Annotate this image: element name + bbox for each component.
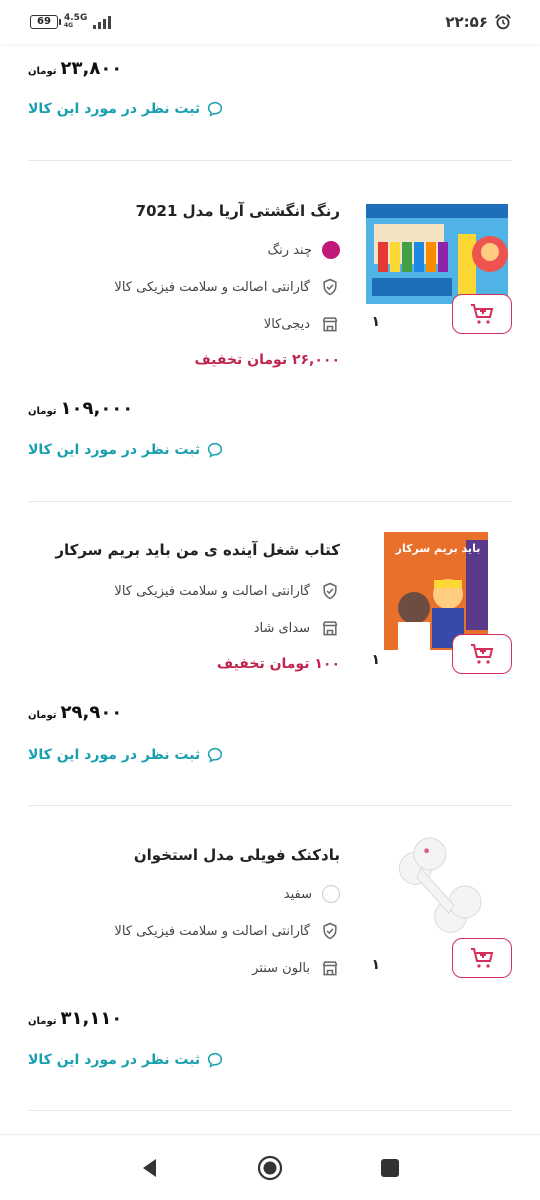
comment-label: ثبت نظر در مورد این کالا [28,442,201,458]
book-cover-text: باید بریم سرکار [395,542,481,555]
warranty-label: گارانتی اصالت و سلامت فیزیکی کالا [114,583,310,599]
currency-label: تومان [28,1016,57,1027]
book-cover-image: باید بریم سرکار [384,532,488,662]
network-label: 4.5G [64,13,88,23]
color-label: سفید [283,886,312,902]
quantity-value: ۱ [371,314,380,330]
add-comment-link[interactable]: ثبت نظر در مورد این کالا [28,1051,224,1069]
comment-icon [208,1052,223,1068]
alarm-icon [495,14,511,30]
item-price: تومان ۱۰۹,۰۰۰ [28,398,133,419]
price-value: ۳۱,۱۱۰ [60,1008,123,1029]
signal-icon [93,15,112,29]
currency-label: تومان [28,66,57,77]
network-sub-label: 4G [64,22,74,29]
product-title[interactable]: بادکنک فویلی مدل استخوان [134,846,340,864]
cart-plus-icon [471,948,494,968]
back-icon[interactable] [137,1155,163,1181]
price-value: ۲۳,۸۰۰ [60,58,123,79]
store-icon [322,621,338,636]
store-icon [322,961,338,976]
seller-label: دیجی‌کالا [263,316,310,332]
seller-label: بالون سنتر [252,960,310,976]
add-comment-link[interactable]: ثبت نظر در مورد این کالا [28,441,224,459]
product-seller: سدای شاد [254,618,340,638]
add-to-cart-button[interactable] [452,294,512,334]
divider [28,1110,512,1111]
product-warranty: گارانتی اصالت و سلامت فیزیکی کالا [114,921,340,941]
divider [28,805,512,806]
shield-check-icon [323,278,337,296]
product-seller: دیجی‌کالا [264,314,340,334]
warranty-label: گارانتی اصالت و سلامت فیزیکی کالا [114,279,310,295]
seller-label: سدای شاد [253,620,310,636]
status-right: ۲۲:۵۶ [445,13,512,31]
top-item-price: تومان ۲۳,۸۰۰ [28,58,122,79]
item-price: تومان ۲۹,۹۰۰ [28,702,122,723]
color-swatch-icon [322,241,340,259]
price-value: ۱۰۹,۰۰۰ [60,398,134,419]
add-to-cart-button[interactable] [452,634,512,674]
cart-plus-icon [471,304,494,324]
home-icon[interactable] [257,1155,283,1181]
comment-icon [208,101,223,117]
product-color: چند رنگ [268,241,340,259]
add-to-cart-button[interactable] [452,938,512,978]
add-comment-link[interactable]: ثبت نظر در مورد این کالا [28,100,224,118]
status-bar: 69 4.5G 4G ۲۲:۵۶ [0,0,540,44]
comment-icon [208,442,223,458]
quantity-value: ۱ [371,652,380,668]
discount-label: ۲۶,۰۰۰ تومان تخفیف [194,352,340,368]
product-image[interactable]: باید بریم سرکار [362,530,512,662]
comment-label: ثبت نظر در مورد این کالا [28,747,201,763]
quantity-value: ۱ [371,957,380,973]
product-title[interactable]: کتاب شغل آینده ی من باید بریم سرکار [55,541,340,559]
shield-check-icon [323,582,337,600]
product-color: سفید [284,885,340,903]
status-time: ۲۲:۵۶ [445,13,488,31]
product-image[interactable] [362,830,512,950]
divider [28,501,512,502]
divider [28,160,512,161]
currency-label: تومان [28,406,57,417]
product-warranty: گارانتی اصالت و سلامت فیزیکی کالا [114,277,340,297]
system-nav-bar [0,1134,540,1200]
battery-icon: 69 [30,15,61,29]
product-warranty: گارانتی اصالت و سلامت فیزیکی کالا [114,581,340,601]
currency-label: تومان [28,710,57,721]
network-indicator: 4.5G 4G [64,14,87,30]
product-seller: بالون سنتر [252,958,340,978]
warranty-label: گارانتی اصالت و سلامت فیزیکی کالا [114,923,310,939]
cart-feed[interactable]: تومان ۲۳,۸۰۰ ثبت نظر در مورد این کالا رن… [0,44,540,1134]
status-left: 69 4.5G 4G [30,14,112,30]
comment-label: ثبت نظر در مورد این کالا [28,1052,201,1068]
color-swatch-icon [322,885,340,903]
discount-label: ۱۰۰ تومان تخفیف [216,656,340,672]
item-price: تومان ۳۱,۱۱۰ [28,1008,122,1029]
comment-label: ثبت نظر در مورد این کالا [28,101,201,117]
store-icon [322,317,338,332]
recents-icon[interactable] [377,1155,403,1181]
comment-icon [208,747,223,763]
color-label: چند رنگ [267,242,312,258]
price-value: ۲۹,۹۰۰ [60,702,123,723]
product-title[interactable]: رنگ انگشتی آریا مدل 7021 [136,202,340,220]
shield-check-icon [323,922,337,940]
cart-plus-icon [471,644,494,664]
add-comment-link[interactable]: ثبت نظر در مورد این کالا [28,746,224,764]
bone-balloon-image [398,837,482,933]
